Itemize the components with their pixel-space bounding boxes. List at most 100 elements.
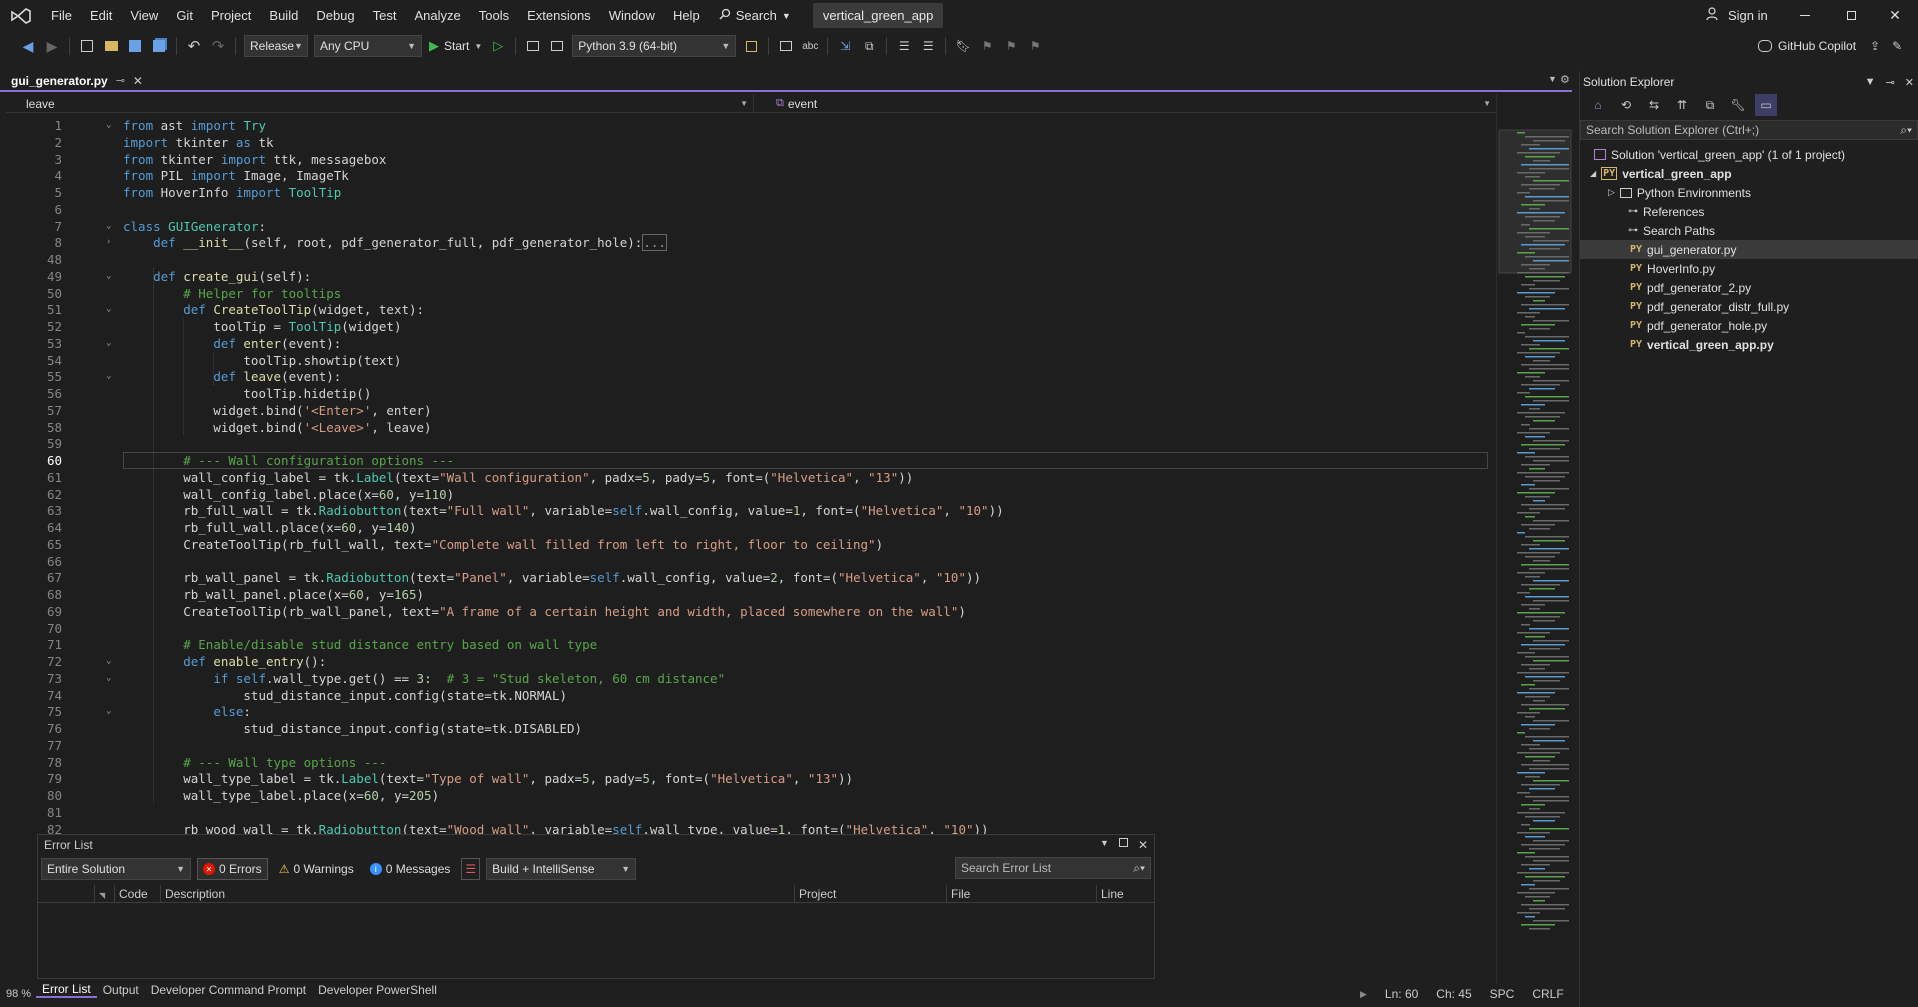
code-line[interactable]: 7 ⌄ class GUIGenerator: — [6, 218, 1494, 235]
code-line[interactable]: 69 CreateToolTip(rb_wall_panel, text="A … — [6, 603, 1494, 620]
code-line[interactable]: 70 — [6, 620, 1494, 637]
menu-help[interactable]: Help — [664, 0, 709, 31]
maximize-icon[interactable] — [1118, 838, 1128, 847]
build-filter-select[interactable]: Build + IntelliSense ▼ — [486, 858, 637, 880]
window-layout-button[interactable] — [775, 35, 797, 57]
menu-git[interactable]: Git — [167, 0, 202, 31]
code-line[interactable]: 62 wall_config_label.place(x=60, y=110) — [6, 486, 1494, 503]
tree-references[interactable]: ⊶ References — [1628, 202, 1704, 221]
tab-list-dropdown[interactable]: ▼ — [1548, 74, 1557, 84]
tab-output[interactable]: Output — [97, 983, 145, 997]
attach-button[interactable] — [522, 35, 544, 57]
tree-file-hoverinfo[interactable]: PY HoverInfo.py — [1630, 259, 1715, 278]
fold-collapse-icon[interactable]: ⌄ — [106, 657, 115, 666]
sync-button[interactable]: ⇆ — [1643, 94, 1665, 116]
column-project[interactable]: Project — [794, 885, 946, 903]
browse-button[interactable]: ⧉ — [858, 35, 880, 57]
code-line[interactable]: 65 CreateToolTip(rb_full_wall, text="Com… — [6, 536, 1494, 553]
code-line[interactable]: 54 toolTip.showtip(text) — [6, 352, 1494, 369]
tab-error-list[interactable]: Error List — [36, 982, 97, 998]
close-window-button[interactable]: ✕ — [1872, 0, 1918, 31]
fold-collapse-icon[interactable]: ⌄ — [106, 338, 115, 348]
tree-file-pdf-generator-hole[interactable]: PY pdf_generator_hole.py — [1630, 316, 1767, 335]
code-line[interactable]: 68 rb_wall_panel.place(x=60, y=165) — [6, 586, 1494, 603]
code-line[interactable]: 58 widget.bind('<Leave>', leave) — [6, 419, 1494, 436]
code-line[interactable]: 72 ⌄ def enable_entry(): — [6, 653, 1494, 670]
fold-collapse-icon[interactable]: ⌄ — [106, 305, 115, 314]
member-dropdown-right[interactable]: ⧉ event ▼ — [756, 94, 1496, 113]
properties-button[interactable]: 🔧︎ — [1727, 94, 1749, 116]
whitespace-status[interactable]: SPC — [1490, 987, 1515, 1001]
history-button[interactable]: ⟲ — [1615, 94, 1637, 116]
code-line[interactable]: 64 rb_full_wall.place(x=60, y=140) — [6, 519, 1494, 536]
solution-explorer-search[interactable]: Search Solution Explorer (Ctrl+;) ⌕▾ — [1580, 120, 1918, 140]
column-line[interactable]: Line — [1096, 885, 1154, 903]
preview-button[interactable]: ▭ — [1755, 94, 1777, 116]
tree-solution[interactable]: Solution 'vertical_green_app' (1 of 1 pr… — [1594, 145, 1845, 164]
column-file[interactable]: File — [946, 885, 1096, 903]
error-list-search[interactable]: Search Error List ⌕▾ — [955, 857, 1151, 879]
tree-project[interactable]: ◢ PY vertical_green_app — [1590, 164, 1732, 183]
indent-button[interactable]: ☰ — [917, 35, 939, 57]
code-line[interactable]: 55 ⌄ def leave(event): — [6, 368, 1494, 385]
tab-gui-generator[interactable]: gui_generator.py ⊸ ✕ — [6, 71, 149, 92]
code-line[interactable]: 3 from tkinter import ttk, messagebox — [6, 151, 1494, 168]
menu-window[interactable]: Window — [600, 0, 664, 31]
code-line[interactable]: 4 from PIL import Image, ImageTk — [6, 167, 1494, 184]
tree-file-pdf-generator-2[interactable]: PY pdf_generator_2.py — [1630, 278, 1751, 297]
new-project-button[interactable] — [76, 35, 98, 57]
code-line[interactable]: 71 # Enable/disable stud distance entry … — [6, 636, 1494, 653]
fold-collapse-icon[interactable]: ⌄ — [106, 673, 115, 683]
restore-button[interactable] — [1828, 0, 1874, 31]
menu-test[interactable]: Test — [364, 0, 406, 31]
line-number-status[interactable]: Ln: 60 — [1385, 987, 1418, 1001]
navigate-back-button[interactable]: ◀ — [17, 35, 39, 57]
close-icon[interactable]: ✕ — [133, 74, 143, 88]
code-line[interactable]: 52 toolTip = ToolTip(widget) — [6, 318, 1494, 335]
code-line[interactable]: 1 ⌄ from ast import Try — [6, 117, 1494, 134]
code-minimap[interactable] — [1496, 94, 1572, 984]
column-sort-indicator[interactable]: ◥ — [94, 885, 114, 903]
code-line[interactable]: 78 # --- Wall type options --- — [6, 754, 1494, 771]
column-code[interactable]: Code — [114, 885, 160, 903]
code-line[interactable]: 56 toolTip.hidetip() — [6, 385, 1494, 402]
code-line[interactable]: 6 — [6, 201, 1494, 218]
menu-build[interactable]: Build — [260, 0, 307, 31]
code-line[interactable]: 49 ⌄ def create_gui(self): — [6, 268, 1494, 285]
code-line[interactable]: 53 ⌄ def enter(event): — [6, 335, 1494, 352]
code-line[interactable]: 63 rb_full_wall = tk.Radiobutton(text="F… — [6, 502, 1494, 519]
scroll-right-icon[interactable]: ▶ — [1360, 989, 1367, 1000]
code-line[interactable]: 76 stud_distance_input.config(state=tk.D… — [6, 720, 1494, 737]
tab-developer-command-prompt[interactable]: Developer Command Prompt — [145, 983, 312, 997]
code-line[interactable]: 74 stud_distance_input.config(state=tk.N… — [6, 687, 1494, 704]
filter-toggle-button[interactable]: ☰ — [461, 858, 481, 880]
outdent-button[interactable]: ☰ — [893, 35, 915, 57]
code-line[interactable]: 50 # Helper for tooltips — [6, 285, 1494, 302]
menu-extensions[interactable]: Extensions — [518, 0, 600, 31]
undo-button[interactable]: ↶ — [183, 35, 205, 57]
platform-select[interactable]: Any CPU ▼ — [314, 35, 422, 57]
code-line[interactable]: 57 widget.bind('<Enter>', enter) — [6, 402, 1494, 419]
menu-file[interactable]: File — [42, 0, 81, 31]
code-line[interactable]: 51 ⌄ def CreateToolTip(widget, text): — [6, 301, 1494, 318]
spell-check-button[interactable]: abc — [799, 35, 821, 57]
error-scope-select[interactable]: Entire Solution ▼ — [41, 858, 191, 880]
fold-collapse-icon[interactable]: ⌄ — [106, 121, 115, 130]
chevron-down-icon[interactable]: ▼ — [1100, 838, 1109, 852]
search-menu[interactable]: Search ▼ — [709, 8, 801, 23]
save-all-button[interactable] — [148, 35, 170, 57]
code-line[interactable]: 2 import tkinter as tk — [6, 134, 1494, 151]
member-dropdown-left[interactable]: leave ▼ — [6, 94, 754, 113]
sign-in-button[interactable]: Sign in — [1706, 0, 1768, 31]
code-line[interactable]: 59 — [6, 435, 1494, 452]
column-number-status[interactable]: Ch: 45 — [1436, 987, 1471, 1001]
code-line[interactable]: 48 — [6, 251, 1494, 268]
warnings-filter-button[interactable]: ⚠ 0 Warnings — [274, 858, 359, 880]
layout-button[interactable] — [546, 35, 568, 57]
code-line[interactable]: 60 # --- Wall configuration options --- — [6, 452, 1494, 469]
code-line[interactable]: 73 ⌄ if self.wall_type.get() == 3: # 3 = … — [6, 670, 1494, 687]
code-line[interactable]: 66 — [6, 553, 1494, 570]
tab-settings-gear-icon[interactable]: ⚙ — [1560, 73, 1570, 86]
configuration-select[interactable]: Release ▼ — [244, 35, 308, 57]
package-button[interactable] — [740, 35, 762, 57]
